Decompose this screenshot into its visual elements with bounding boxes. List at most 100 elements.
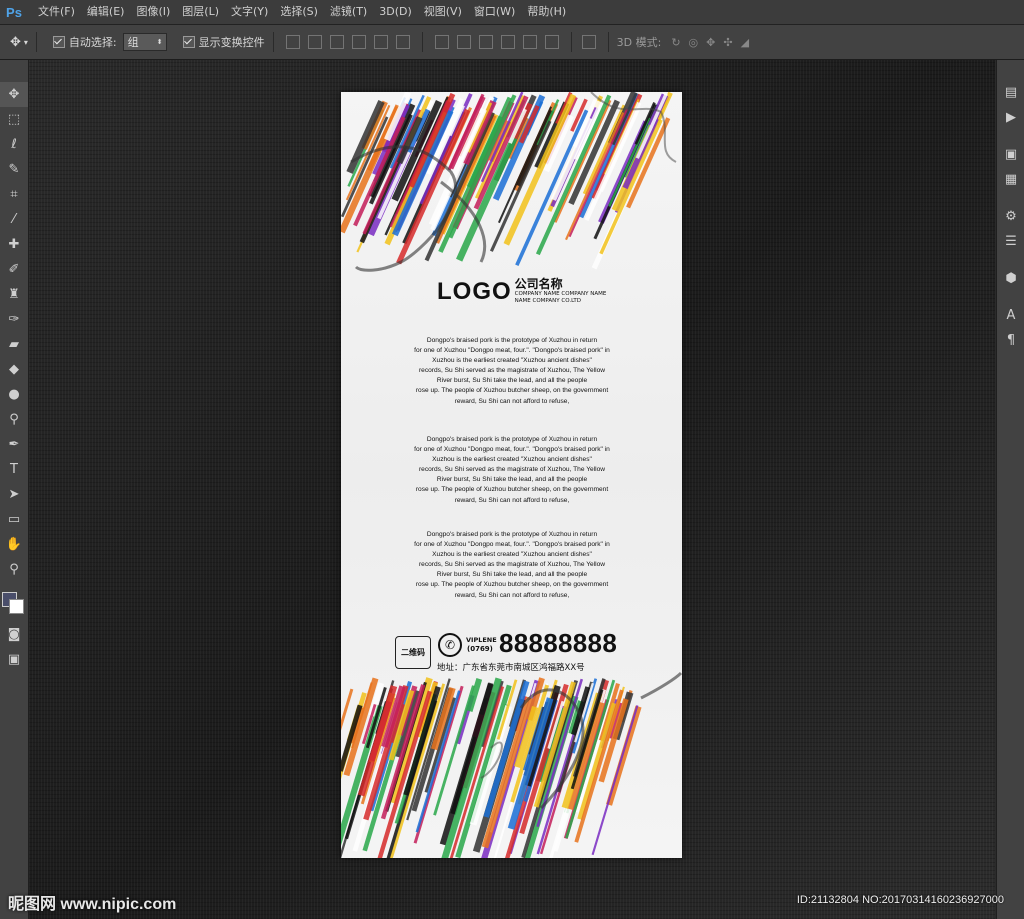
menu-help[interactable]: 帮助(H): [521, 0, 572, 24]
actions-panel-icon[interactable]: ▶: [997, 105, 1024, 130]
paragraph-line: River burst, Su Shi take the lead, and a…: [436, 476, 588, 484]
align-buttons: [282, 35, 414, 49]
menu-bar: Ps 文件(F) 编辑(E) 图像(I) 图层(L) 文字(Y) 选择(S) 滤…: [0, 0, 1024, 25]
checkbox-icon: [52, 36, 65, 48]
menu-edit[interactable]: 编辑(E): [81, 0, 131, 24]
show-transform-label: 显示变换控件: [198, 36, 265, 49]
align-left-icon[interactable]: [351, 35, 366, 49]
chevron-down-icon: ▾: [23, 37, 28, 47]
paragraph-line: records, Su Shi served as the magistrate…: [418, 466, 606, 474]
lasso-icon[interactable]: ℓ: [0, 132, 28, 157]
auto-select-value: 组: [127, 36, 139, 49]
properties-panel-icon[interactable]: ☰: [997, 229, 1024, 254]
rectangle-icon[interactable]: ▭: [0, 507, 28, 532]
distribute-bottom-icon[interactable]: [478, 35, 493, 49]
company-en-line-1: COMPANY NAME COMPANY NAME: [514, 291, 607, 297]
history-brush-icon[interactable]: ✑: [0, 307, 28, 332]
crop-icon[interactable]: ⌗: [0, 182, 28, 207]
move-icon[interactable]: ✥: [0, 82, 28, 107]
align-right-icon[interactable]: [395, 35, 410, 49]
options-bar: ✥ ▾ 自动选择: 组 ⬍ 显示变换控件 3D 模式: ↻ ◎ ✥ ✣ ◢: [0, 25, 1024, 60]
menu-layer[interactable]: 图层(L): [176, 0, 225, 24]
text-paragraph-3: Dongpo's braised pork is the prototype o…: [381, 530, 643, 601]
eraser-icon[interactable]: ▰: [0, 332, 28, 357]
phone-number: 88888888: [499, 628, 618, 658]
dodge-icon[interactable]: ⚲: [0, 407, 28, 432]
paragraph-line: reward, Su Shi can not afford to refuse,: [454, 397, 570, 405]
bucket-icon[interactable]: ◆: [0, 357, 28, 382]
screen-mode-icon[interactable]: ▣: [0, 647, 28, 672]
zoom-icon[interactable]: ⚲: [0, 557, 28, 582]
distribute-right-icon[interactable]: [544, 35, 559, 49]
swatches-panel-icon[interactable]: ▦: [997, 167, 1024, 192]
paragraph-line: records, Su Shi served as the magistrate…: [418, 367, 606, 375]
paragraph-line: rose up. The people of Xuzhou butcher sh…: [415, 387, 609, 395]
hand-icon[interactable]: ✋: [0, 532, 28, 557]
distribute-buttons: [431, 35, 563, 49]
3d-panel-icon[interactable]: ⬢: [997, 266, 1024, 291]
menu-window[interactable]: 窗口(W): [468, 0, 521, 24]
stamp-icon[interactable]: ♜: [0, 282, 28, 307]
logo-block: LOGO 公司名称 COMPANY NAME COMPANY NAME NAME…: [437, 278, 606, 304]
align-top-icon[interactable]: [285, 35, 300, 49]
auto-select-checkbox[interactable]: 自动选择: 组 ⬍: [52, 33, 167, 51]
slide-3d-icon[interactable]: ✣: [723, 36, 732, 49]
auto-select-dropdown[interactable]: 组 ⬍: [122, 33, 167, 51]
divider: [35, 32, 37, 52]
show-transform-checkbox[interactable]: 显示变换控件: [182, 34, 265, 50]
blur-icon[interactable]: ●: [0, 382, 28, 407]
mode-3d-label: 3D 模式:: [616, 36, 662, 49]
phone-icon: ✆: [438, 633, 462, 657]
pen-icon[interactable]: ✒: [0, 432, 28, 457]
paragraph-line: rose up. The people of Xuzhou butcher sh…: [415, 486, 609, 494]
distribute-top-icon[interactable]: [434, 35, 449, 49]
type-icon[interactable]: T: [0, 457, 28, 482]
quick-select-icon[interactable]: ✎: [0, 157, 28, 182]
panel-grip: [0, 60, 28, 82]
adjustments-panel-icon[interactable]: ⚙: [997, 204, 1024, 229]
character-panel-icon[interactable]: A: [997, 303, 1024, 328]
logo-text: LOGO: [437, 278, 512, 305]
menu-file[interactable]: 文件(F): [32, 0, 81, 24]
menu-view[interactable]: 视图(V): [418, 0, 468, 24]
align-hcenter-icon[interactable]: [373, 35, 388, 49]
paragraph-line: for one of Xuzhou "Dongpo meat, four.". …: [414, 541, 610, 549]
menu-filter[interactable]: 滤镜(T): [324, 0, 373, 24]
paragraph-panel-icon[interactable]: ¶: [997, 328, 1024, 353]
viplene-label: VIPLENE: [466, 636, 497, 644]
text-paragraph-1: Dongpo's braised pork is the prototype o…: [381, 336, 643, 407]
pan-3d-icon[interactable]: ✥: [706, 36, 715, 49]
bottom-artwork: [341, 671, 682, 858]
paragraph-line: Dongpo's braised pork is the prototype o…: [426, 531, 598, 538]
align-vcenter-icon[interactable]: [307, 35, 322, 49]
menu-image[interactable]: 图像(I): [130, 0, 176, 24]
distribute-vcenter-icon[interactable]: [456, 35, 471, 49]
paragraph-line: Dongpo's braised pork is the prototype o…: [426, 337, 598, 344]
background-color-swatch[interactable]: [9, 599, 24, 614]
menu-select[interactable]: 选择(S): [274, 0, 324, 24]
menu-3d[interactable]: 3D(D): [373, 0, 418, 24]
tool-preset-picker[interactable]: ✥ ▾: [10, 35, 28, 50]
marquee-icon[interactable]: ⬚: [0, 107, 28, 132]
auto-align-icon[interactable]: [581, 35, 596, 49]
paragraph-line: reward, Su Shi can not afford to refuse,: [454, 591, 570, 599]
right-panel-dock: ▤ ▶ ▣ ▦ ⚙ ☰ ⬢ A ¶: [996, 60, 1024, 919]
align-bottom-icon[interactable]: [329, 35, 344, 49]
path-select-icon[interactable]: ➤: [0, 482, 28, 507]
eyedropper-icon[interactable]: ⁄: [0, 207, 28, 232]
camera-3d-icon[interactable]: ◢: [741, 36, 749, 49]
chevron-updown-icon: ⬍: [156, 38, 163, 46]
color-swatches[interactable]: [0, 582, 28, 622]
orbit-3d-icon[interactable]: ↻: [671, 36, 680, 49]
distribute-left-icon[interactable]: [500, 35, 515, 49]
paragraph-line: Xuzhou is the earliest created "Xuzhou a…: [432, 551, 592, 559]
brush-icon[interactable]: ✐: [0, 257, 28, 282]
info-panel-icon[interactable]: ▣: [997, 142, 1024, 167]
distribute-hcenter-icon[interactable]: [522, 35, 537, 49]
roll-3d-icon[interactable]: ◎: [689, 36, 699, 49]
quick-mask-icon[interactable]: ◙: [0, 622, 28, 647]
healing-icon[interactable]: ✚: [0, 232, 28, 257]
menu-type[interactable]: 文字(Y): [225, 0, 274, 24]
document-canvas[interactable]: LOGO 公司名称 COMPANY NAME COMPANY NAME NAME…: [341, 92, 682, 858]
history-panel-icon[interactable]: ▤: [997, 80, 1024, 105]
